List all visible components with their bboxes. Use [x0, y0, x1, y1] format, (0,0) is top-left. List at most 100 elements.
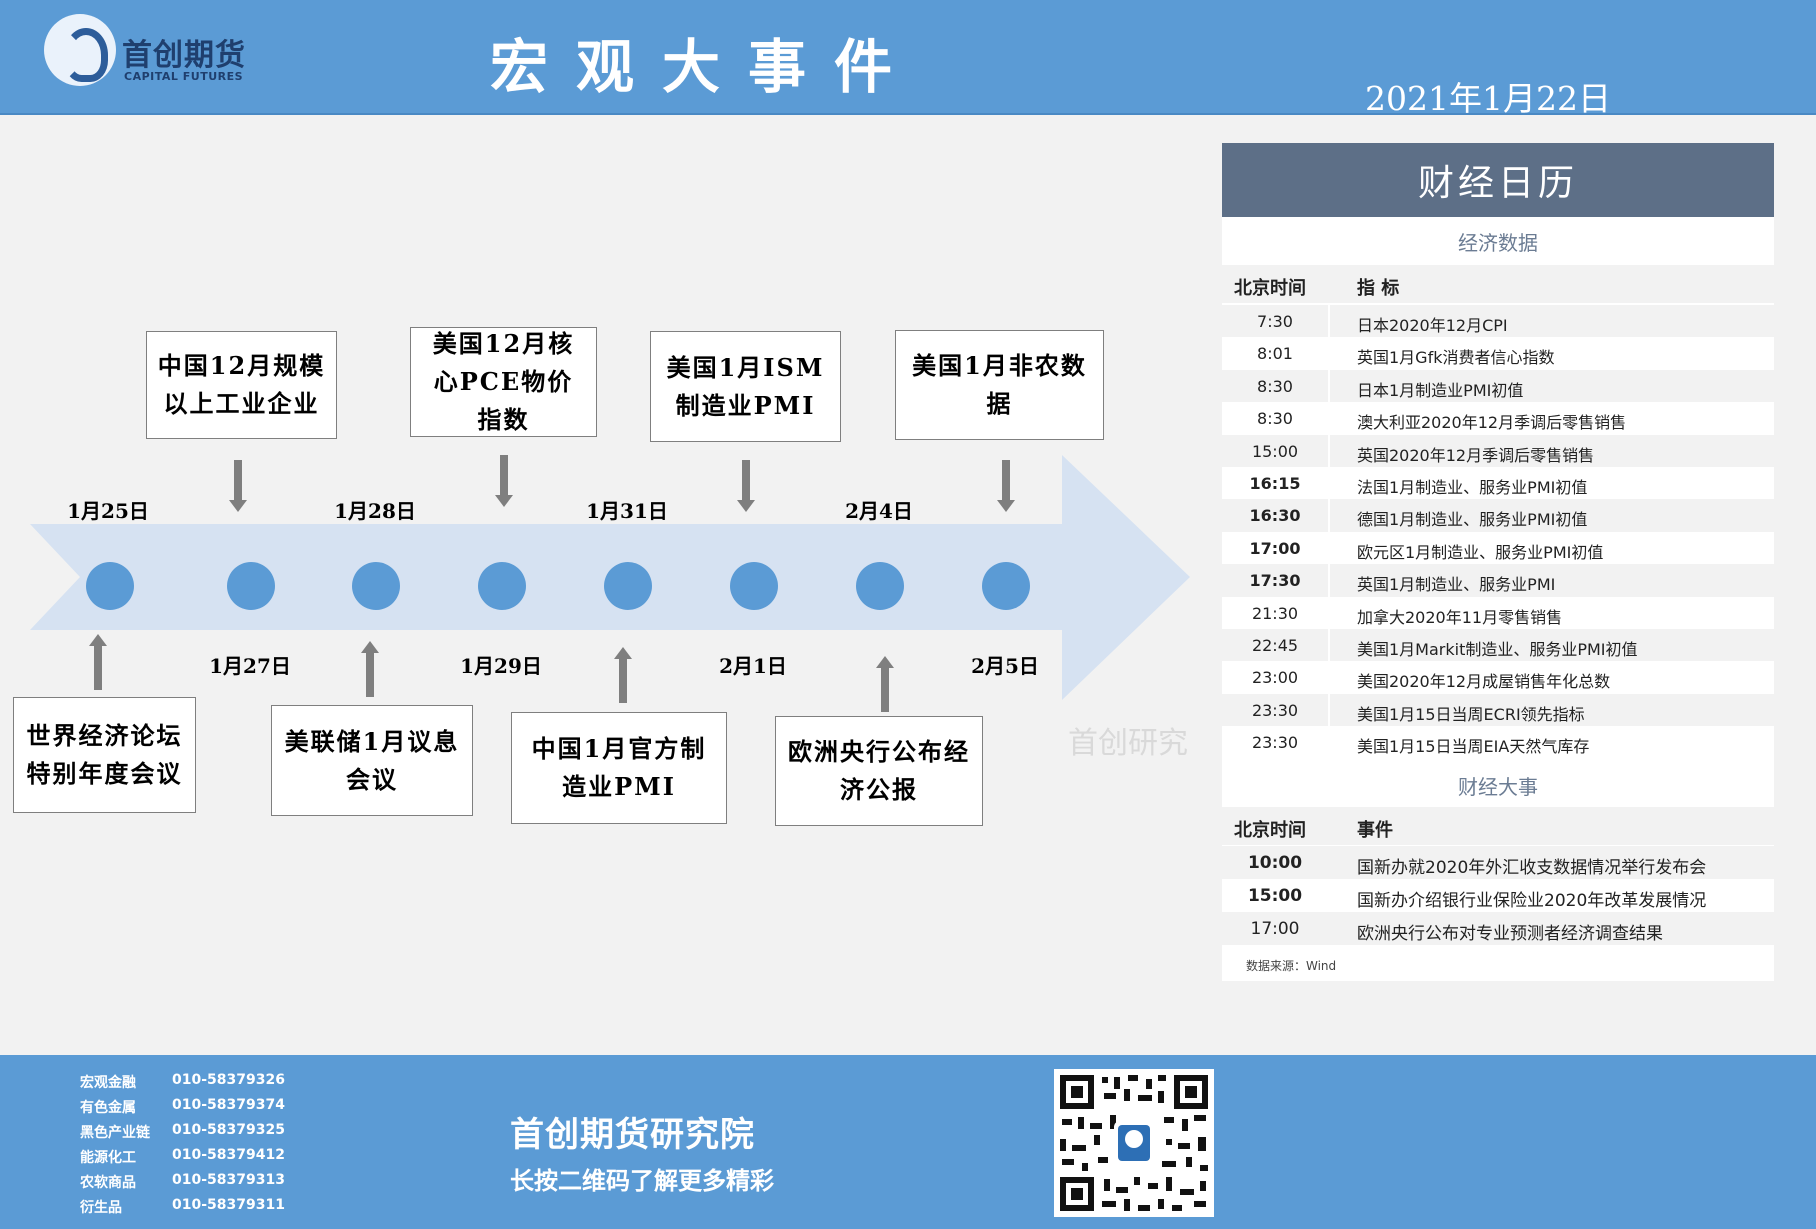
data-source-note: 数据来源：Wind	[1246, 959, 1337, 973]
finance-calendar-panel: 财经日历 经济数据 北京时间 指 标 7:30 日本2020年12月CPI 8:01…	[1222, 143, 1774, 981]
page: 首创期货 CAPITAL FUTURES 宏观大事件 2021年1月22日 1月…	[0, 0, 1816, 1229]
event-time: 15:00	[1247, 886, 1303, 906]
event-box-bottom: 世界经济论坛特别年度会议	[13, 697, 196, 813]
cell-separator	[1328, 596, 1330, 629]
econ-data-section-title: 经济数据	[1222, 221, 1774, 261]
header-event: 事件	[1357, 820, 1393, 841]
contact-label: 衍生品	[80, 1200, 122, 1216]
calendar-title: 财经日历	[1222, 143, 1774, 217]
cell-separator	[1328, 564, 1330, 597]
econ-time: 8:30	[1257, 409, 1293, 429]
company-logo: 首创期货 CAPITAL FUTURES	[44, 14, 264, 88]
econ-row: 16:30 德国1月制造业、服务业PMI初值	[1222, 499, 1774, 532]
econ-indicator: 加拿大2020年11月零售销售	[1357, 607, 1563, 627]
header-time: 北京时间	[1234, 820, 1306, 841]
econ-indicator: 日本2020年12月CPI	[1357, 316, 1508, 335]
event-box-bottom: 中国1月官方制造业PMI	[511, 712, 727, 824]
timeline-date: 1月29日	[460, 654, 542, 678]
contact-phone: 010-58379311	[172, 1197, 285, 1213]
cell-separator	[1328, 693, 1330, 727]
econ-time: 23:30	[1251, 733, 1299, 753]
econ-indicator: 德国1月制造业、服务业PMI初值	[1357, 510, 1588, 530]
contact-label: 能源化工	[80, 1150, 136, 1166]
timeline-dot	[856, 562, 904, 610]
econ-time: 17:30	[1249, 571, 1301, 591]
footer-org-name: 首创期货研究院	[510, 1115, 755, 1155]
timeline-date: 1月25日	[67, 499, 149, 523]
econ-time: 7:30	[1257, 312, 1293, 331]
contact-label: 宏观金融	[80, 1075, 136, 1091]
econ-time: 23:00	[1251, 668, 1299, 688]
econ-row: 7:30 日本2020年12月CPI	[1222, 305, 1774, 338]
econ-time: 16:15	[1249, 474, 1301, 493]
econ-row: 8:30 日本1月制造业PMI初值	[1222, 369, 1774, 403]
timeline-dot	[352, 562, 400, 610]
event-time: 17:00	[1250, 919, 1300, 939]
econ-time: 15:00	[1251, 441, 1299, 461]
contact-phone: 010-58379313	[172, 1172, 285, 1188]
header-time: 北京时间	[1234, 278, 1306, 299]
econ-indicator: 澳大利亚2020年12月季调后零售销售	[1357, 413, 1627, 433]
footer-bar: 宏观金融 010-58379326 有色金属 010-58379374 黑色产业链 010…	[0, 1055, 1816, 1229]
cell-separator	[1328, 499, 1330, 532]
contact-label: 黑色产业链	[80, 1125, 150, 1141]
cell-separator	[1328, 531, 1330, 565]
cell-separator	[1328, 434, 1330, 467]
econ-indicator: 美国1月15日当周ECRI领先指标	[1357, 704, 1585, 724]
timeline-dot	[604, 562, 652, 610]
timeline-dot	[86, 562, 134, 610]
econ-time: 21:30	[1251, 603, 1299, 623]
cell-separator	[1328, 305, 1330, 338]
econ-row: 15:00 英国2020年12月季调后零售销售	[1222, 434, 1774, 467]
econ-time: 23:30	[1251, 700, 1299, 720]
econ-row: 21:30 加拿大2020年11月零售销售	[1222, 596, 1774, 629]
timeline-dot	[730, 562, 778, 610]
event-row: 15:00 国新办介绍银行业保险业2020年改革发展情况	[1222, 879, 1774, 912]
header-bar: 首创期货 CAPITAL FUTURES 宏观大事件 2021年1月22日	[0, 0, 1816, 118]
event-description: 国新办介绍银行业保险业2020年改革发展情况	[1357, 891, 1707, 911]
logo-text-en: CAPITAL FUTURES	[124, 70, 244, 83]
contact-phone: 010-58379325	[172, 1122, 285, 1138]
econ-row: 22:45 美国1月Markit制造业、服务业PMI初值	[1222, 629, 1774, 662]
econ-indicator: 法国1月制造业、服务业PMI初值	[1357, 478, 1588, 497]
econ-indicator: 美国1月Markit制造业、服务业PMI初值	[1357, 640, 1638, 659]
timeline-dot	[982, 562, 1030, 610]
cell-separator	[1328, 661, 1330, 694]
contact-label: 农软商品	[80, 1175, 136, 1191]
timeline-date: 1月28日	[334, 499, 416, 523]
cell-separator	[1328, 726, 1330, 759]
cell-separator	[1328, 402, 1330, 435]
cell-separator	[1328, 467, 1330, 500]
econ-indicator: 英国1月制造业、服务业PMI	[1357, 575, 1556, 595]
econ-row: 16:15 法国1月制造业、服务业PMI初值	[1222, 467, 1774, 500]
econ-indicator: 英国2020年12月季调后零售销售	[1357, 445, 1595, 465]
timeline-date: 2月4日	[845, 499, 913, 523]
report-date: 2021年1月22日	[1365, 79, 1611, 118]
cell-separator	[1328, 337, 1330, 370]
contact-phone: 010-58379412	[172, 1147, 285, 1163]
econ-table-header: 北京时间 指 标	[1222, 265, 1774, 303]
event-time: 10:00	[1247, 853, 1303, 873]
event-description: 欧洲央行公布对专业预测者经济调查结果	[1357, 924, 1663, 944]
timeline-date: 2月1日	[719, 654, 787, 678]
contact-phone: 010-58379326	[172, 1072, 285, 1088]
econ-time: 8:30	[1257, 376, 1293, 396]
footer-tagline: 长按二维码了解更多精彩	[510, 1167, 774, 1195]
econ-row: 8:01 英国1月Gfk消费者信心指数	[1222, 337, 1774, 370]
contact-phone: 010-58379374	[172, 1097, 285, 1113]
contact-label: 有色金属	[80, 1100, 136, 1116]
logo-text-cn: 首创期货	[122, 38, 246, 73]
events-table-header: 北京时间 事件	[1222, 807, 1774, 845]
page-title: 宏观大事件	[490, 33, 921, 101]
econ-time: 16:30	[1249, 506, 1301, 526]
econ-row: 8:30 澳大利亚2020年12月季调后零售销售	[1222, 402, 1774, 435]
qr-code-icon[interactable]	[1054, 1069, 1214, 1217]
event-box-top: 美国1月非农数据	[895, 330, 1104, 440]
econ-row: 23:00 美国2020年12月成屋销售年化总数	[1222, 661, 1774, 694]
events-section-title: 财经大事	[1222, 765, 1774, 805]
event-description: 国新办就2020年外汇收支数据情况举行发布会	[1357, 858, 1707, 878]
econ-indicator: 欧元区1月制造业、服务业PMI初值	[1357, 542, 1604, 562]
econ-indicator: 日本1月制造业PMI初值	[1357, 380, 1524, 400]
timeline-date: 1月27日	[209, 654, 291, 678]
event-box-top: 美国1月ISM制造业PMI	[650, 331, 841, 442]
